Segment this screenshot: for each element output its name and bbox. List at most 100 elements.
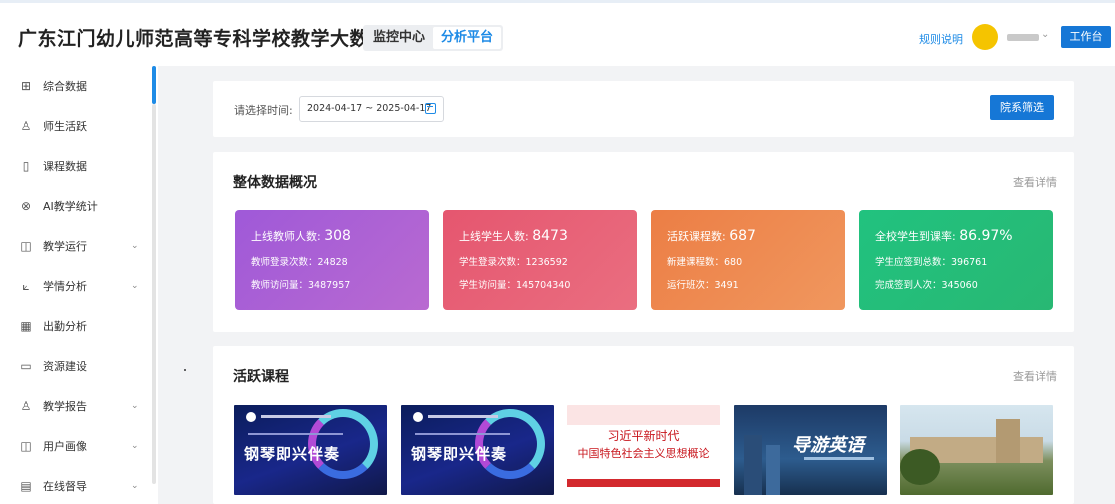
- chevron-down-icon[interactable]: ⌄: [131, 281, 139, 291]
- sidebar-item-label: 学情分析: [43, 280, 87, 293]
- chevron-down-icon[interactable]: ⌄: [131, 441, 139, 451]
- date-range-value: 2024-04-17 ~ 2025-04-17: [307, 103, 432, 114]
- sidebar-item[interactable]: ▭ 资源建设: [0, 346, 150, 386]
- app-title: 广东江门幼儿师范高等专科学校教学大数据: [18, 28, 389, 50]
- overview-title: 整体数据概况: [233, 175, 317, 191]
- chapel-spire-graphic: [996, 419, 1020, 463]
- mode-switch: 监控中心 分析平台: [363, 25, 504, 51]
- rules-link[interactable]: 规则说明: [919, 31, 963, 47]
- sidebar-item[interactable]: ▯ 课程数据: [0, 146, 150, 186]
- course-card[interactable]: 习近平新时代中国特色社会主义思想概论: [567, 405, 720, 495]
- stat-secondary: 新建课程数：680: [667, 257, 743, 268]
- overview-card: 整体数据概况 查看详情 上线教师人数: 308 教师登录次数：24828 教师访问量…: [213, 152, 1074, 332]
- tab-monitor-center[interactable]: 监控中心: [365, 27, 433, 49]
- stat-primary: 上线学生人数: 8473: [459, 228, 568, 244]
- stat-primary: 活跃课程数: 687: [667, 228, 756, 244]
- calendar-icon: ▦: [20, 319, 32, 333]
- school-logo-icon: [413, 412, 423, 422]
- sidebar-item-label: 用户画像: [43, 440, 87, 453]
- department-filter-button[interactable]: 院系筛选: [990, 95, 1054, 120]
- sidebar-item-label: 资源建设: [43, 360, 87, 373]
- calendar-icon[interactable]: [425, 103, 436, 114]
- stat-tertiary: 教师访问量：3487957: [251, 280, 351, 291]
- school-logo-icon: [246, 412, 256, 422]
- stat-tertiary: 学生访问量：145704340: [459, 280, 571, 291]
- course-card[interactable]: 钢琴即兴伴奏: [401, 405, 554, 495]
- stat-primary-label: 活跃课程数:: [667, 230, 726, 243]
- stat-primary-label: 全校学生到课率:: [875, 230, 956, 243]
- sidebar-item-label: 课程数据: [43, 160, 87, 173]
- sidebar-item[interactable]: ⊗ AI教学统计: [0, 186, 150, 226]
- supervise-icon: ▤: [20, 479, 32, 493]
- subtitle-line: [804, 457, 874, 460]
- chevron-down-icon[interactable]: ⌄: [131, 241, 139, 251]
- course-thumb-title: 导游英语: [792, 435, 864, 456]
- header-line: [261, 415, 331, 418]
- subtitle-line: [248, 433, 343, 435]
- stat-secondary: 学生登录次数：1236592: [459, 257, 568, 268]
- course-stats-tile[interactable]: 活跃课程数: 687 新建课程数：680 运行班次：3491: [651, 210, 845, 310]
- stat-secondary: 教师登录次数：24828: [251, 257, 348, 268]
- building-graphic: [744, 435, 762, 495]
- avatar[interactable]: [972, 24, 998, 50]
- folder-icon: ▭: [20, 359, 32, 373]
- stat-secondary: 学生应签到总数：396761: [875, 257, 988, 268]
- courses-details-link[interactable]: 查看详情: [1013, 368, 1057, 384]
- course-thumb-subtitle: 中国特色社会主义思想概论: [577, 447, 710, 460]
- chart-icon: ◫: [20, 239, 32, 253]
- portrait-icon: ◫: [20, 439, 32, 453]
- stat-primary-value: 8473: [532, 228, 568, 244]
- trend-icon: ⟀: [22, 279, 30, 293]
- sidebar: ⊞ 综合数据 ♙ 师生活跃 ▯ 课程数据 ⊗ AI教学统计 ◫ 教学运行 ⌄ ⟀ 学情分析 ⌄ ▦ 出勤分析 ▭…: [0, 66, 158, 504]
- ai-icon: ⊗: [20, 199, 32, 213]
- subtitle-line: [415, 433, 510, 435]
- date-range-picker[interactable]: 2024-04-17 ~ 2025-04-17: [299, 96, 444, 122]
- sidebar-item-label: 综合数据: [43, 80, 87, 93]
- attendance-stats-tile[interactable]: 全校学生到课率: 86.97% 学生应签到总数：396761 完成签到人次：3450…: [859, 210, 1053, 310]
- sidebar-item[interactable]: ⟀ 学情分析 ⌄: [0, 266, 150, 306]
- overview-details-link[interactable]: 查看详情: [1013, 174, 1057, 190]
- sidebar-item[interactable]: ▤ 在线督导 ⌄: [0, 466, 150, 504]
- sidebar-item[interactable]: ◫ 用户画像 ⌄: [0, 426, 150, 466]
- report-icon: ♙: [20, 399, 32, 413]
- stat-tertiary: 完成签到人次：345060: [875, 280, 978, 291]
- sidebar-scrollbar-thumb[interactable]: [152, 66, 156, 104]
- course-thumb-title: 钢琴即兴伴奏: [244, 445, 341, 463]
- username-redacted[interactable]: [1007, 34, 1039, 41]
- active-courses-title: 活跃课程: [233, 369, 289, 385]
- banner-band: [567, 405, 720, 425]
- building-graphic: [766, 445, 780, 495]
- sidebar-item[interactable]: ♙ 师生活跃: [0, 106, 150, 146]
- stat-primary-value: 308: [324, 228, 351, 244]
- course-card[interactable]: 导游英语: [734, 405, 887, 495]
- course-thumb-title: 习近平新时代: [607, 429, 680, 443]
- chevron-down-icon[interactable]: ⌄: [131, 481, 139, 491]
- chevron-down-icon[interactable]: ⌄: [1041, 29, 1049, 40]
- sidebar-item[interactable]: ▦ 出勤分析: [0, 306, 150, 346]
- sidebar-item-label: 在线督导: [43, 480, 87, 493]
- sidebar-item[interactable]: ♙ 教学报告 ⌄: [0, 386, 150, 426]
- workbench-button[interactable]: 工作台: [1061, 26, 1111, 48]
- course-thumb-title: 钢琴即兴伴奏: [411, 445, 508, 463]
- course-card[interactable]: 钢琴即兴伴奏: [234, 405, 387, 495]
- stat-primary: 全校学生到课率: 86.97%: [875, 228, 1013, 244]
- sidebar-item-label: 教学运行: [43, 240, 87, 253]
- stray-dot: [184, 369, 186, 371]
- sidebar-item[interactable]: ⊞ 综合数据: [0, 66, 150, 106]
- tab-analysis-platform[interactable]: 分析平台: [433, 27, 502, 49]
- teacher-stats-tile[interactable]: 上线教师人数: 308 教师登录次数：24828 教师访问量：3487957: [235, 210, 429, 310]
- sidebar-item-label: AI教学统计: [43, 200, 98, 213]
- stat-primary-label: 上线学生人数:: [459, 230, 529, 243]
- top-header: 广东江门幼儿师范高等专科学校教学大数据 监控中心 分析平台 规则说明 ⌄ 工作台: [0, 0, 1115, 66]
- sidebar-item[interactable]: ◫ 教学运行 ⌄: [0, 226, 150, 266]
- sidebar-scrollbar-track[interactable]: [152, 104, 156, 484]
- banner-band: [567, 479, 720, 487]
- course-card[interactable]: [900, 405, 1053, 495]
- active-courses-card: 活跃课程 查看详情 钢琴即兴伴奏 钢琴即兴伴奏 习近平新时代中国特色社会主义思想概论…: [213, 346, 1074, 504]
- student-stats-tile[interactable]: 上线学生人数: 8473 学生登录次数：1236592 学生访问量：14570434…: [443, 210, 637, 310]
- sidebar-item-label: 师生活跃: [43, 120, 87, 133]
- chevron-down-icon[interactable]: ⌄: [131, 401, 139, 411]
- header-line: [428, 415, 498, 418]
- stat-primary-label: 上线教师人数:: [251, 230, 321, 243]
- grid-icon: ⊞: [20, 79, 32, 93]
